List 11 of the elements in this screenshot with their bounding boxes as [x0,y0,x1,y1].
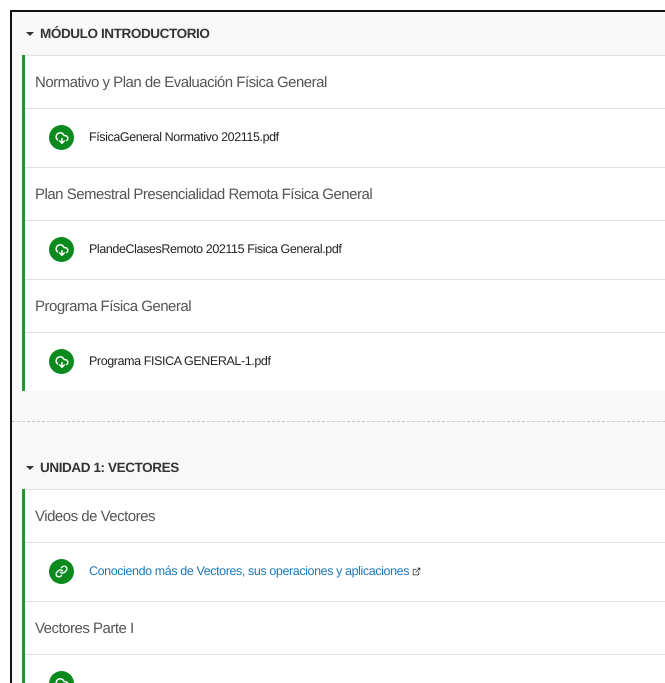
item-label: Normativo y Plan de Evaluación Física General [35,74,327,90]
section-title[interactable]: MÓDULO INTRODUCTORIO [40,26,210,41]
item-label: Videos de Vectores [35,508,155,524]
file-link[interactable]: FísicaGeneral Normativo 202115.pdf [89,125,279,150]
resource-link[interactable]: Conociendo más de Vectores, sus operaciones y aplicaciones [89,559,410,584]
item-label: Vectores Parte I [35,620,134,636]
file-link[interactable]: Programa FISICA GENERAL-1.pdf [89,349,271,374]
file-link[interactable]: PlandeClasesRemoto 202115 Fisica General.pdf [89,237,342,262]
section-title[interactable]: UNIDAD 1: VECTORES [40,460,179,475]
item-label: Plan Semestral Presencialidad Remota Física General [35,186,372,202]
item-label: Programa Física General [35,298,192,314]
